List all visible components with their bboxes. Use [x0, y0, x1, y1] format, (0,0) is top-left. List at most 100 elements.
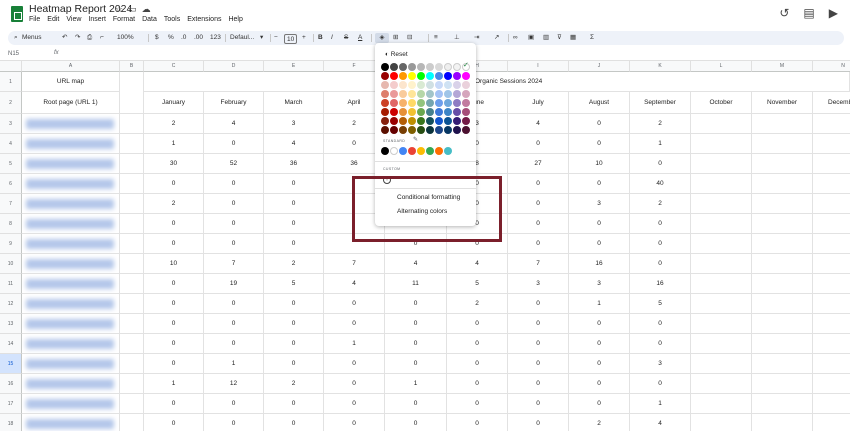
text-wrap-icon[interactable]: ⇥: [474, 33, 479, 43]
table-cell[interactable]: 3: [569, 194, 630, 214]
color-swatch[interactable]: [408, 99, 416, 107]
color-swatch[interactable]: [381, 72, 389, 80]
table-cell[interactable]: 0: [144, 294, 204, 314]
table-cell[interactable]: 2: [569, 414, 630, 431]
zoom-select[interactable]: 100%: [117, 33, 134, 43]
color-swatch[interactable]: [444, 63, 452, 71]
table-cell[interactable]: 0: [324, 294, 385, 314]
table-cell[interactable]: 0: [204, 314, 264, 334]
table-cell[interactable]: 0: [569, 334, 630, 354]
table-cell[interactable]: 3: [630, 354, 691, 374]
table-cell[interactable]: 0: [264, 414, 324, 431]
table-cell[interactable]: 4: [630, 414, 691, 431]
table-cell[interactable]: [120, 234, 144, 254]
print-icon[interactable]: ⎙: [87, 33, 92, 43]
strikethrough-button[interactable]: S: [344, 33, 348, 43]
table-cell[interactable]: [691, 394, 752, 414]
table-cell[interactable]: [813, 154, 850, 174]
table-cell[interactable]: 7: [508, 254, 569, 274]
font-select[interactable]: Defaul...: [230, 33, 254, 43]
table-cell[interactable]: 0: [204, 234, 264, 254]
color-swatch[interactable]: [453, 72, 461, 80]
text-color-button[interactable]: A: [358, 33, 362, 43]
table-cell[interactable]: 4: [385, 254, 447, 274]
color-swatch[interactable]: [462, 99, 470, 107]
table-cell[interactable]: 0: [569, 214, 630, 234]
decrease-decimal-button[interactable]: .0: [181, 33, 186, 43]
color-swatch[interactable]: [435, 99, 443, 107]
url-cell[interactable]: [22, 374, 120, 394]
vertical-align-icon[interactable]: ⊥: [454, 33, 460, 43]
color-swatch[interactable]: [381, 63, 389, 71]
table-cell[interactable]: 0: [630, 234, 691, 254]
table-cell[interactable]: [752, 214, 813, 234]
row-header-13[interactable]: 13: [0, 314, 22, 334]
table-cell[interactable]: [752, 114, 813, 134]
table-cell[interactable]: [120, 174, 144, 194]
table-cell[interactable]: [691, 114, 752, 134]
menus-search[interactable]: Menus: [22, 33, 42, 43]
table-cell[interactable]: [120, 414, 144, 431]
table-cell[interactable]: 16: [569, 254, 630, 274]
table-cell[interactable]: [813, 414, 850, 431]
table-cell[interactable]: 1: [144, 374, 204, 394]
standard-color-swatch[interactable]: [435, 147, 443, 155]
color-swatch[interactable]: [399, 90, 407, 98]
table-cell[interactable]: 1: [144, 134, 204, 154]
table-cell[interactable]: [120, 394, 144, 414]
month-header-november[interactable]: November: [752, 92, 813, 114]
month-header-october[interactable]: October: [691, 92, 752, 114]
table-cell[interactable]: 11: [385, 274, 447, 294]
url-cell[interactable]: [22, 314, 120, 334]
table-cell[interactable]: 0: [204, 174, 264, 194]
color-swatch[interactable]: [435, 117, 443, 125]
color-swatch[interactable]: [453, 117, 461, 125]
number-format-button[interactable]: 123: [210, 33, 221, 43]
table-cell[interactable]: 0: [264, 234, 324, 254]
color-swatch[interactable]: [408, 81, 416, 89]
table-cell[interactable]: 2: [264, 254, 324, 274]
table-cell[interactable]: 1: [569, 294, 630, 314]
italic-button[interactable]: I: [331, 33, 333, 43]
filter-views-icon[interactable]: ▦: [570, 33, 576, 43]
table-cell[interactable]: 4: [508, 114, 569, 134]
table-cell[interactable]: [752, 334, 813, 354]
color-swatch[interactable]: [453, 108, 461, 116]
color-swatch[interactable]: [417, 99, 425, 107]
color-swatch[interactable]: [417, 81, 425, 89]
table-cell[interactable]: 0: [385, 394, 447, 414]
table-cell[interactable]: 2: [144, 194, 204, 214]
reset-option[interactable]: ◐ Reset: [385, 51, 408, 58]
table-cell[interactable]: [752, 234, 813, 254]
table-cell[interactable]: 0: [447, 374, 508, 394]
table-cell[interactable]: 0: [569, 374, 630, 394]
color-swatch[interactable]: [444, 81, 452, 89]
row-header-4[interactable]: 4: [0, 134, 22, 154]
comments-icon[interactable]: ▤: [803, 6, 814, 20]
undo-icon[interactable]: ↶: [62, 33, 67, 43]
table-cell[interactable]: [691, 234, 752, 254]
table-cell[interactable]: 0: [204, 334, 264, 354]
table-cell[interactable]: [691, 214, 752, 234]
table-cell[interactable]: 0: [630, 334, 691, 354]
column-header-e[interactable]: E: [264, 61, 324, 72]
table-cell[interactable]: 0: [324, 414, 385, 431]
month-header-september[interactable]: September: [630, 92, 691, 114]
table-cell[interactable]: [752, 134, 813, 154]
color-swatch[interactable]: [435, 126, 443, 134]
decrease-font-size-button[interactable]: −: [274, 33, 278, 43]
table-cell[interactable]: [120, 154, 144, 174]
row-header-3[interactable]: 3: [0, 114, 22, 134]
table-cell[interactable]: 5: [630, 294, 691, 314]
table-cell[interactable]: 0: [447, 414, 508, 431]
table-cell[interactable]: 0: [508, 214, 569, 234]
table-cell[interactable]: 0: [447, 354, 508, 374]
month-header-july[interactable]: July: [508, 92, 569, 114]
table-cell[interactable]: 0: [630, 154, 691, 174]
table-cell[interactable]: [691, 194, 752, 214]
color-swatch[interactable]: [426, 63, 434, 71]
table-cell[interactable]: 2: [630, 114, 691, 134]
table-cell[interactable]: [691, 254, 752, 274]
url-cell[interactable]: [22, 274, 120, 294]
color-swatch[interactable]: [417, 126, 425, 134]
